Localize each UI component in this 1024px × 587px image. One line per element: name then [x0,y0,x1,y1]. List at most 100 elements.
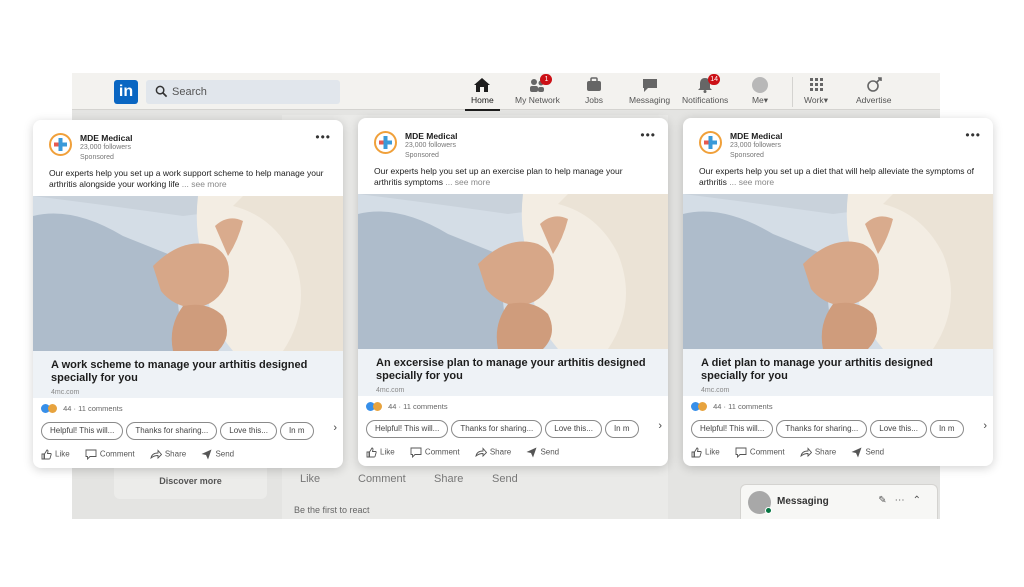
send-button[interactable]: Send [526,447,559,458]
company-logo[interactable] [374,131,397,154]
sponsored-ad-card-work-scheme[interactable]: MDE Medical 23,000 followers Sponsored •… [33,120,343,468]
ad-photo-hands[interactable] [683,194,993,349]
chip-in-m[interactable]: In m [279,422,314,440]
ad-photo-hands[interactable] [33,196,343,351]
like-button[interactable]: Like [366,447,395,458]
nav-my-network[interactable]: 1 My Network [515,74,560,105]
ad-copy: Our experts help you set up an exercise … [358,164,668,194]
ad-headline[interactable]: A diet plan to manage your arthitis desi… [701,357,975,383]
comment-button[interactable]: Comment [735,447,785,459]
chevron-right-icon[interactable]: › [329,422,337,434]
bg-comment-button[interactable]: Comment [358,473,406,485]
nav-me[interactable]: Me▾ [751,77,769,106]
chip-love[interactable]: Love this... [545,420,602,438]
follower-count: 23,000 followers [405,142,456,149]
comment-icon [410,447,422,459]
share-arrow-icon [475,447,487,458]
chip-helpful[interactable]: Helpful! This will... [691,420,774,438]
ad-header: MDE Medical 23,000 followers Sponsored •… [33,120,343,166]
discover-more-button[interactable]: Discover more [114,463,267,499]
reaction-comment-count[interactable]: 44 · 11 comments [713,402,772,411]
more-options-icon[interactable]: ••• [640,128,656,142]
send-button[interactable]: Send [201,449,234,460]
company-name[interactable]: MDE Medical [730,131,782,141]
see-more-link[interactable]: ... see more [445,177,490,187]
chip-thanks[interactable]: Thanks for sharing... [451,420,543,438]
see-more-link[interactable]: ... see more [182,179,227,189]
more-options-icon[interactable]: ••• [315,130,331,144]
chip-love[interactable]: Love this... [220,422,277,440]
more-icon[interactable]: ⋯ [895,495,913,506]
comment-label: Comment [99,449,135,459]
thumbs-up-icon [366,447,377,458]
suggested-comment-chips: Helpful! This will... Thanks for sharing.… [683,416,993,442]
chip-thanks[interactable]: Thanks for sharing... [126,422,218,440]
discover-more-card[interactable]: Discover more [114,463,267,499]
messaging-controls[interactable]: ✎⋯⌃ [878,495,929,506]
chip-in-m[interactable]: In m [929,420,964,438]
reaction-comment-count[interactable]: 44 · 11 comments [388,402,447,411]
chip-helpful[interactable]: Helpful! This will... [41,422,124,440]
like-label: Like [705,447,720,457]
sponsored-ad-card-diet-plan[interactable]: MDE Medical 23,000 followers Sponsored •… [683,118,993,466]
chevron-up-icon[interactable]: ⌃ [913,495,929,506]
bg-share-button[interactable]: Share [434,473,463,485]
chip-in-m[interactable]: In m [604,420,639,438]
advertise-icon [866,77,882,92]
comment-button[interactable]: Comment [410,447,460,459]
ad-copy: Our experts help you set up a work suppo… [33,166,343,196]
sponsored-ad-card-exercise-plan[interactable]: MDE Medical 23,000 followers Sponsored •… [358,118,668,466]
messaging-label: Messaging [777,496,829,507]
celebrate-reaction-icon [48,403,57,413]
send-button[interactable]: Send [851,447,884,458]
nav-jobs[interactable]: Jobs [585,77,603,105]
chip-love[interactable]: Love this... [870,420,927,438]
ad-headline-box[interactable]: A diet plan to manage your arthitis desi… [683,349,993,396]
hands-photo-illustration [33,196,343,351]
nav-home-label: Home [471,95,494,105]
ad-headline-box[interactable]: An excersise plan to manage your arthiti… [358,349,668,396]
grid-icon [809,78,823,91]
nav-home[interactable]: Home [465,77,500,111]
bg-send-button[interactable]: Send [492,473,518,485]
more-options-icon[interactable]: ••• [965,128,981,142]
share-button[interactable]: Share [800,447,836,458]
like-button[interactable]: Like [41,449,70,460]
social-counts[interactable]: 44 · 11 comments [683,396,993,416]
chip-helpful[interactable]: Helpful! This will... [366,420,449,438]
nav-work[interactable]: Work▾ [804,77,828,106]
messaging-panel[interactable]: Messaging ✎⋯⌃ [740,484,938,519]
share-button[interactable]: Share [150,449,186,460]
see-more-link[interactable]: ... see more [729,177,774,187]
share-arrow-icon [800,447,812,458]
company-logo[interactable] [699,131,722,154]
ad-domain: 4mc.com [51,389,80,396]
social-counts[interactable]: 44 · 11 comments [33,398,343,418]
reaction-comment-count[interactable]: 44 · 11 comments [63,404,122,413]
search-box[interactable]: Search [146,80,340,104]
company-name[interactable]: MDE Medical [80,133,132,143]
bg-like-button[interactable]: Like [300,473,320,485]
chip-thanks[interactable]: Thanks for sharing... [776,420,868,438]
linkedin-logo[interactable]: in [114,80,138,104]
search-placeholder: Search [172,86,207,98]
chevron-right-icon[interactable]: › [979,420,987,432]
nav-advertise[interactable]: Advertise [856,77,891,105]
home-icon [474,78,491,92]
social-counts[interactable]: 44 · 11 comments [358,396,668,416]
like-button[interactable]: Like [691,447,720,458]
nav-messaging[interactable]: Messaging [629,77,670,105]
ad-photo-hands[interactable] [358,194,668,349]
chevron-right-icon[interactable]: › [654,420,662,432]
share-button[interactable]: Share [475,447,511,458]
company-logo[interactable] [49,133,72,156]
ad-header: MDE Medical 23,000 followers Sponsored •… [683,118,993,164]
ad-headline[interactable]: A work scheme to manage your arthitis de… [51,359,325,385]
compose-icon[interactable]: ✎ [878,495,894,506]
send-plane-icon [851,447,862,458]
ad-headline-box[interactable]: A work scheme to manage your arthitis de… [33,351,343,398]
company-name[interactable]: MDE Medical [405,131,457,141]
comment-button[interactable]: Comment [85,449,135,461]
nav-notifications[interactable]: 14 Notifications [682,74,728,105]
ad-headline[interactable]: An excersise plan to manage your arthiti… [376,357,650,383]
